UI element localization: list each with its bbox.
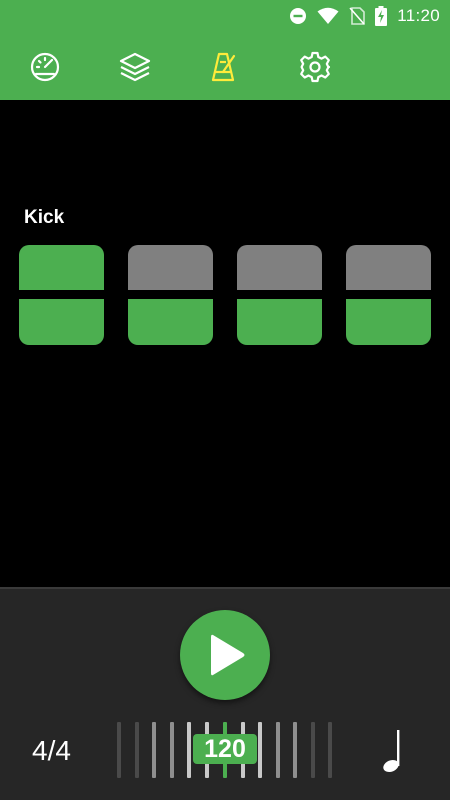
beat-pad-normal[interactable] (19, 299, 104, 345)
beat-pad-2[interactable] (128, 245, 213, 345)
tempo-tick (117, 722, 121, 778)
do-not-disturb-icon (289, 7, 307, 25)
track-label: Kick (24, 207, 65, 228)
beat-pad-3[interactable] (237, 245, 322, 345)
beat-pad-normal[interactable] (237, 299, 322, 345)
quarter-note-icon (378, 730, 414, 780)
no-sim-icon (349, 7, 366, 25)
tempo-wheel[interactable]: 120 (112, 718, 338, 780)
wifi-icon (317, 7, 339, 25)
tempo-tick (187, 722, 191, 778)
settings-icon (298, 50, 332, 84)
layers-icon (118, 50, 152, 84)
status-bar: 11:20 (289, 6, 440, 26)
beat-pad-normal[interactable] (128, 299, 213, 345)
beat-pad-normal[interactable] (346, 299, 431, 345)
beat-pad-1[interactable] (19, 245, 104, 345)
tempo-tick (152, 722, 156, 778)
note-value-button[interactable] (378, 726, 414, 776)
tempo-tick (276, 722, 280, 778)
beat-pads (19, 245, 431, 345)
tempo-tick (135, 722, 139, 778)
speedometer-icon (28, 50, 62, 84)
play-button[interactable] (180, 610, 270, 700)
beat-pad-accent[interactable] (237, 245, 322, 290)
app-header: 11:20 (0, 0, 450, 100)
tempo-tick (311, 722, 315, 778)
tempo-tick (293, 722, 297, 778)
tab-metronome[interactable] (206, 50, 240, 84)
tempo-tick (258, 722, 262, 778)
tempo-tick (170, 722, 174, 778)
beat-pad-4[interactable] (346, 245, 431, 345)
nav-tabs (0, 44, 450, 88)
beat-pad-accent[interactable] (128, 245, 213, 290)
battery-charging-icon (375, 6, 388, 26)
time-signature-button[interactable]: 4/4 (32, 735, 71, 767)
tab-speedometer[interactable] (28, 50, 62, 84)
tempo-tick (328, 722, 332, 778)
beat-pad-accent[interactable] (19, 245, 104, 290)
tab-settings[interactable] (298, 50, 332, 84)
beat-pad-accent[interactable] (346, 245, 431, 290)
bpm-value: 120 (193, 734, 257, 764)
clock: 11:20 (397, 6, 440, 25)
tab-layers[interactable] (118, 50, 152, 84)
metronome-icon (206, 50, 240, 84)
